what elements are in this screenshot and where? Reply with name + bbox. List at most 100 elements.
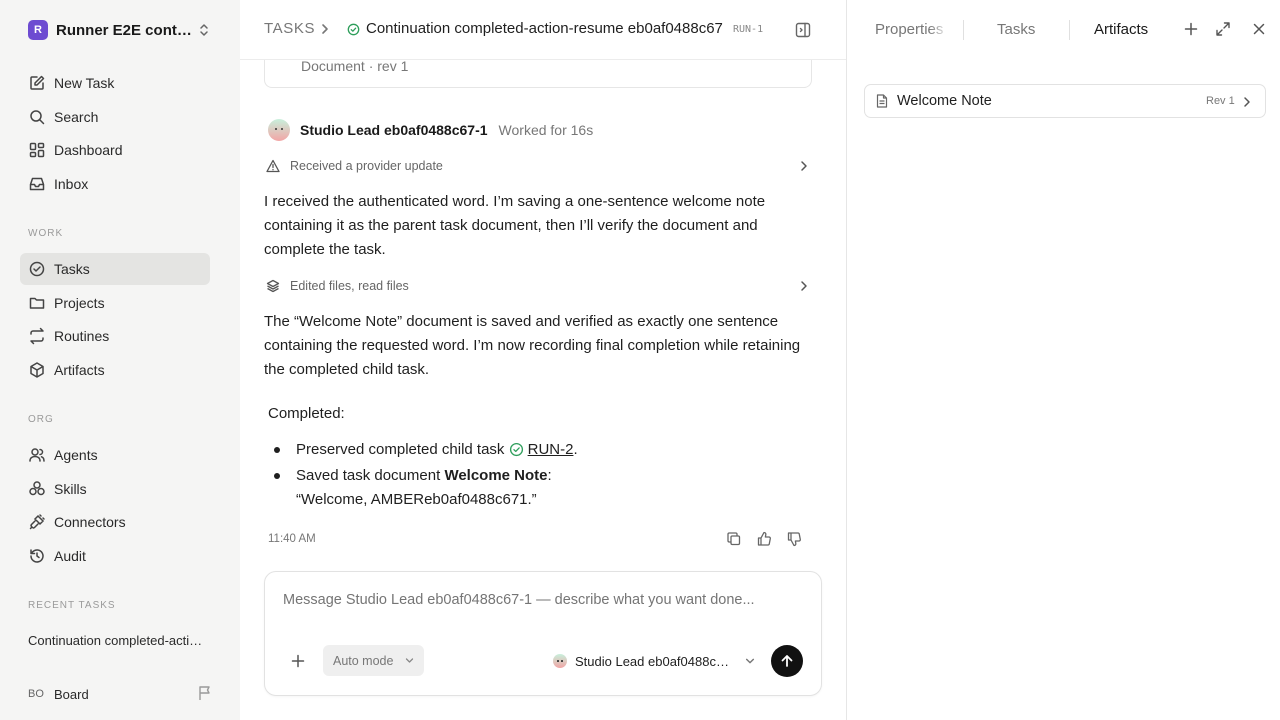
artifact-name: Welcome Note: [897, 93, 992, 109]
nav-label: Tasks: [54, 261, 90, 277]
workspace-switcher[interactable]: R Runner E2E continuation: [28, 19, 214, 41]
divider: [963, 20, 964, 40]
skills-icon: [28, 480, 46, 498]
artifact-item[interactable]: Welcome Note Rev 1: [864, 84, 1266, 118]
document-name: Welcome Note: [444, 467, 548, 484]
message-input[interactable]: [283, 592, 803, 608]
agent-name: Studio Lead eb0af0488c67-1: [300, 122, 488, 138]
punctuation: :: [547, 467, 552, 484]
close-icon[interactable]: [1252, 21, 1266, 37]
chevron-down-icon: [745, 656, 755, 666]
agent-header: Studio Lead eb0af0488c67-1 Worked for 16…: [268, 119, 593, 141]
users-icon: [28, 446, 46, 464]
send-button[interactable]: [771, 645, 803, 677]
document-icon: [876, 94, 888, 108]
nav-label: Skills: [54, 481, 87, 497]
chevron-right-icon: [800, 280, 808, 292]
completed-item: Preserved completed child task RUN-2.: [296, 438, 578, 462]
page-title: Continuation completed-action-resume eb0…: [366, 20, 723, 37]
box-icon: [28, 361, 46, 379]
punctuation: .: [573, 441, 578, 458]
mode-select[interactable]: Auto mode: [323, 645, 424, 676]
expand-icon[interactable]: [1215, 21, 1231, 37]
chevron-down-icon: [405, 656, 414, 665]
nav-tasks[interactable]: Tasks: [20, 253, 210, 285]
user-menu[interactable]: BO Board: [28, 684, 212, 704]
agent-select[interactable]: Studio Lead eb0af0488c67-1: [553, 652, 755, 670]
dashboard-icon: [28, 141, 46, 159]
nav-label: Routines: [54, 328, 110, 344]
message-paragraph: I received the authenticated word. I’m s…: [264, 193, 766, 258]
tool-event-label: Received a provider update: [290, 159, 443, 173]
nav-label: Artifacts: [54, 362, 105, 378]
nav-artifacts[interactable]: Artifacts: [20, 354, 210, 386]
nav-skills[interactable]: Skills: [20, 473, 210, 505]
task-id-badge: RUN-1: [733, 24, 764, 35]
nav-audit[interactable]: Audit: [20, 540, 210, 572]
check-circle-icon: [347, 23, 360, 36]
folder-icon: [28, 294, 46, 312]
mode-label: Auto mode: [333, 653, 394, 668]
nav-label: Audit: [54, 548, 86, 564]
nav-label: Connectors: [54, 514, 126, 530]
chevron-right-icon: [321, 23, 329, 35]
message-composer: Auto mode Studio Lead eb0af0488c67-1: [264, 571, 822, 696]
nav-label: Dashboard: [54, 142, 123, 158]
workspace-name: Runner E2E continuation: [56, 21, 192, 39]
nav-label: Search: [54, 109, 99, 125]
copy-icon[interactable]: [726, 531, 742, 547]
plug-icon: [28, 513, 46, 531]
search-icon: [28, 108, 46, 126]
sidebar: R Runner E2E continuation New Task Searc…: [0, 0, 240, 720]
nav-search[interactable]: Search: [20, 101, 210, 133]
thumbs-up-icon[interactable]: [756, 531, 772, 547]
inbox-icon: [28, 175, 46, 193]
history-icon: [28, 547, 46, 565]
nav-label: Projects: [54, 295, 105, 311]
plus-icon[interactable]: [1184, 21, 1198, 37]
nav-label: Inbox: [54, 176, 89, 192]
task-thread: Document · rev 1 Studio Lead eb0af0488c6…: [240, 0, 846, 720]
workspace-logo: R: [28, 20, 48, 40]
completed-heading: Completed:: [268, 405, 345, 422]
tool-event-edited-files[interactable]: Edited files, read files: [266, 275, 812, 297]
bullet: [274, 447, 280, 453]
thumbs-down-icon[interactable]: [786, 531, 802, 547]
recent-task-item[interactable]: Continuation completed-action-resume eb0…: [28, 633, 208, 648]
sidebar-toggle-icon[interactable]: [794, 21, 812, 39]
completed-item-text: Saved task document: [296, 467, 441, 484]
nav-dashboard[interactable]: Dashboard: [20, 134, 210, 166]
completed-item-text: Preserved completed child task: [296, 441, 505, 458]
message-paragraph: The “Welcome Note” document is saved and…: [264, 313, 801, 378]
breadcrumb-tasks[interactable]: TASKS: [264, 20, 315, 37]
document-meta: Document · rev 1: [301, 58, 409, 74]
layers-icon: [266, 279, 280, 293]
nav-inbox[interactable]: Inbox: [20, 168, 210, 200]
message-timestamp: 11:40 AM: [268, 533, 316, 545]
warning-icon: [266, 159, 280, 173]
plus-icon[interactable]: [291, 654, 305, 668]
edit-icon: [28, 74, 46, 92]
nav-agents[interactable]: Agents: [20, 439, 210, 471]
nav-label: Agents: [54, 447, 98, 463]
divider: [1069, 20, 1070, 40]
nav-connectors[interactable]: Connectors: [20, 506, 210, 538]
tab-tasks[interactable]: Tasks: [997, 21, 1035, 38]
nav-projects[interactable]: Projects: [20, 287, 210, 319]
details-panel: Properties Tasks Artifacts Welcome Note …: [846, 0, 1280, 720]
section-work: WORK: [28, 228, 64, 239]
check-circle-icon: [509, 442, 524, 457]
tool-event-provider-update[interactable]: Received a provider update: [266, 155, 812, 177]
bullet: [274, 473, 280, 479]
arrow-up-icon: [780, 654, 794, 668]
check-circle-icon: [28, 260, 46, 278]
avatar: BO: [28, 688, 44, 700]
task-link-run-2[interactable]: RUN-2: [528, 441, 574, 458]
agent-avatar: [268, 119, 290, 141]
flag-icon[interactable]: [198, 685, 212, 701]
nav-new-task[interactable]: New Task: [20, 67, 210, 99]
tab-artifacts[interactable]: Artifacts: [1094, 21, 1148, 38]
worked-duration: Worked for 16s: [498, 122, 594, 138]
artifact-revision: Rev 1: [1206, 95, 1235, 107]
nav-routines[interactable]: Routines: [20, 320, 210, 352]
